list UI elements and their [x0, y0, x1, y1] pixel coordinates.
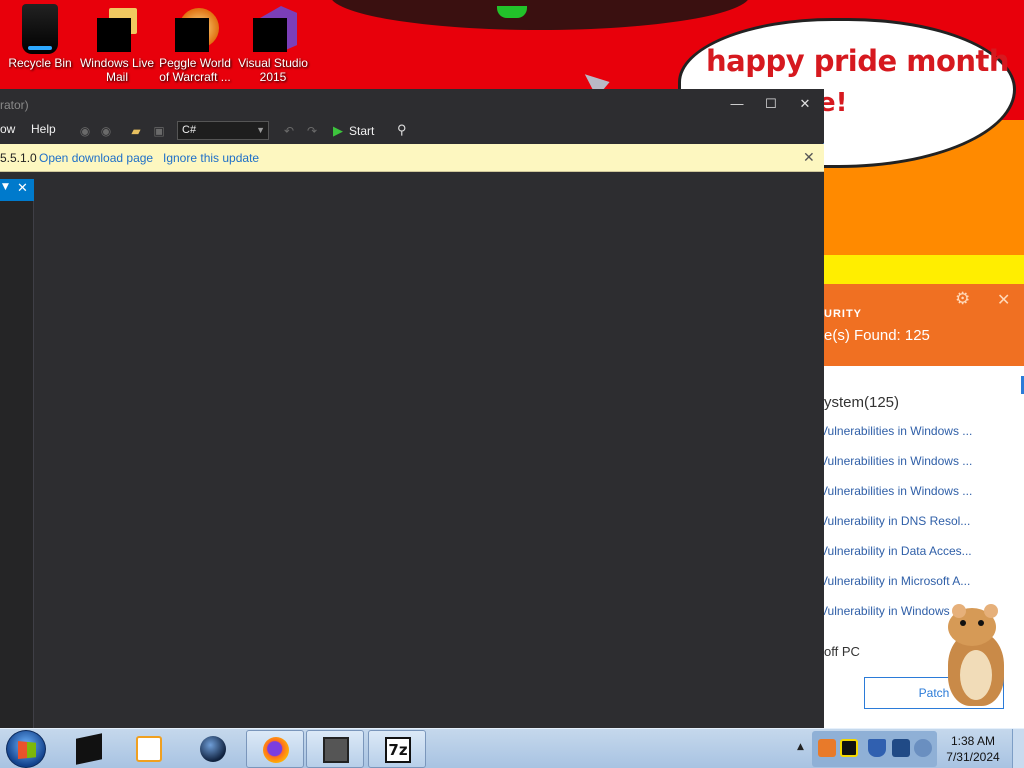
- firefox-icon: [263, 737, 289, 763]
- vulnerability-item[interactable]: Vulnerability in Data Acces...: [820, 544, 972, 558]
- desktop-icon-recycle-bin[interactable]: Recycle Bin: [0, 4, 80, 70]
- media-player-icon: [136, 736, 162, 762]
- volume-icon[interactable]: [914, 739, 932, 757]
- clock-date: 7/31/2024: [946, 750, 1000, 764]
- desktop-icon-label: Peggle World of Warcraft ...: [159, 56, 231, 84]
- minimize-button[interactable]: —: [722, 93, 752, 115]
- globe-app-icon: [200, 736, 226, 762]
- hamster-image: [940, 600, 1010, 710]
- redo-icon[interactable]: ↷: [303, 122, 321, 140]
- off-pc-text: off PC: [824, 644, 860, 659]
- tray-app-icon[interactable]: [818, 739, 836, 757]
- show-desktop-button[interactable]: [1012, 729, 1024, 768]
- wallpaper-green-shape: [497, 6, 527, 18]
- play-icon: ▶: [333, 123, 343, 138]
- language-select[interactable]: C# ▼: [177, 121, 269, 140]
- vulnerability-item[interactable]: Vulnerabilities in Windows ...: [820, 424, 972, 438]
- task-view-icon: [323, 737, 349, 763]
- close-icon[interactable]: ✕: [17, 181, 28, 196]
- desktop-icon-label: Recycle Bin: [8, 56, 72, 70]
- show-hidden-icons-button[interactable]: ▲: [797, 742, 804, 752]
- windows-logo-icon: [18, 741, 36, 759]
- speech-bubble-text: happy pride month: [706, 44, 1010, 78]
- taskbar: 7z ▲ 1:38 AM 7/31/2024: [0, 728, 1024, 768]
- network-icon[interactable]: [892, 739, 910, 757]
- issues-found-count: e(s) Found: 125: [824, 327, 930, 344]
- desktop-icon-label: Windows Live Mail: [79, 56, 155, 84]
- close-icon[interactable]: ✕: [997, 290, 1010, 310]
- taskbar-app-globe[interactable]: [184, 730, 242, 768]
- open-folder-icon[interactable]: ▰: [127, 122, 145, 140]
- editor-area[interactable]: [35, 172, 824, 729]
- taskbar-app-black-box[interactable]: [60, 730, 118, 768]
- search-icon[interactable]: ⚲: [397, 122, 407, 138]
- desktop-icon-visual-studio[interactable]: Visual Studio 2015: [233, 4, 313, 84]
- shield-icon[interactable]: [868, 739, 886, 757]
- window-title: rator): [0, 98, 29, 112]
- vulnerability-item[interactable]: Vulnerabilities in Windows ...: [820, 484, 972, 498]
- security-popup-title: URITY: [824, 308, 862, 320]
- visual-studio-icon: [253, 4, 297, 54]
- taskbar-app-firefox[interactable]: [246, 730, 304, 768]
- menu-help[interactable]: Help: [31, 122, 56, 136]
- menu-toolbar: ow Help ◉ ◉ ▰ ▣ C# ▼ ↶ ↷ ▶ Start ⚲: [0, 119, 824, 143]
- taskbar-app-task-view[interactable]: [306, 730, 364, 768]
- start-button[interactable]: ▶ Start: [333, 121, 374, 141]
- desktop-icon-peggle[interactable]: Peggle World of Warcraft ...: [155, 4, 235, 84]
- open-download-page-link[interactable]: Open download page: [39, 151, 153, 165]
- gear-icon[interactable]: ⚙: [955, 289, 970, 309]
- taskbar-app-media-player[interactable]: [120, 730, 178, 768]
- ignore-update-link[interactable]: Ignore this update: [163, 151, 259, 165]
- windows-live-mail-icon: [97, 4, 137, 54]
- wallpaper-arc: [330, 0, 750, 30]
- close-button[interactable]: ✕: [790, 93, 820, 115]
- desktop-icon-windows-live-mail[interactable]: Windows Live Mail: [77, 4, 157, 84]
- undo-icon[interactable]: ↶: [280, 122, 298, 140]
- chevron-down-icon[interactable]: ▼: [2, 182, 9, 192]
- vulnerability-item[interactable]: Vulnerability in DNS Resol...: [820, 514, 970, 528]
- desktop-icon-label: Visual Studio 2015: [238, 56, 308, 84]
- system-category[interactable]: ystem(125): [824, 394, 899, 411]
- navigate-back-icon[interactable]: ◉: [76, 122, 94, 140]
- save-icon[interactable]: ▣: [150, 122, 168, 140]
- taskbar-app-7zip[interactable]: 7z: [368, 730, 426, 768]
- window-title-bar[interactable]: rator) — ☐ ✕: [0, 89, 824, 119]
- peggle-icon: [175, 4, 219, 54]
- recycle-bin-icon: [22, 4, 58, 54]
- tray-security-icon[interactable]: [840, 739, 858, 757]
- security-popup-header: URITY e(s) Found: 125 ⚙ ✕: [824, 284, 1024, 366]
- navigate-forward-icon[interactable]: ◉: [97, 122, 115, 140]
- vulnerability-item[interactable]: Vulnerabilities in Windows ...: [820, 454, 972, 468]
- chevron-down-icon: ▼: [256, 125, 265, 135]
- language-select-value: C#: [182, 124, 197, 136]
- clock-time: 1:38 AM: [950, 734, 996, 748]
- 7zip-icon: 7z: [385, 737, 411, 763]
- vulnerability-item[interactable]: Vulnerability in Microsoft A...: [820, 574, 970, 588]
- black-box-app-icon: [76, 733, 102, 765]
- ide-window: rator) — ☐ ✕ ow Help ◉ ◉ ▰ ▣ C# ▼ ↶ ↷ ▶ S…: [0, 89, 824, 729]
- close-icon[interactable]: ✕: [803, 149, 815, 166]
- maximize-button[interactable]: ☐: [756, 93, 786, 115]
- wallpaper-stripe-yellow: [824, 255, 1024, 285]
- system-tray: [812, 731, 937, 767]
- menu-window[interactable]: ow: [0, 122, 15, 136]
- side-panel-tab[interactable]: ▼ ✕: [0, 179, 34, 201]
- start-menu-button[interactable]: [6, 730, 46, 768]
- update-version: 5.5.1.0: [0, 151, 37, 165]
- update-notification-bar: 5.5.1.0 Open download page Ignore this u…: [0, 144, 824, 172]
- side-panel[interactable]: [0, 201, 34, 729]
- taskbar-clock[interactable]: 1:38 AM 7/31/2024: [940, 733, 1006, 765]
- start-label: Start: [349, 124, 375, 138]
